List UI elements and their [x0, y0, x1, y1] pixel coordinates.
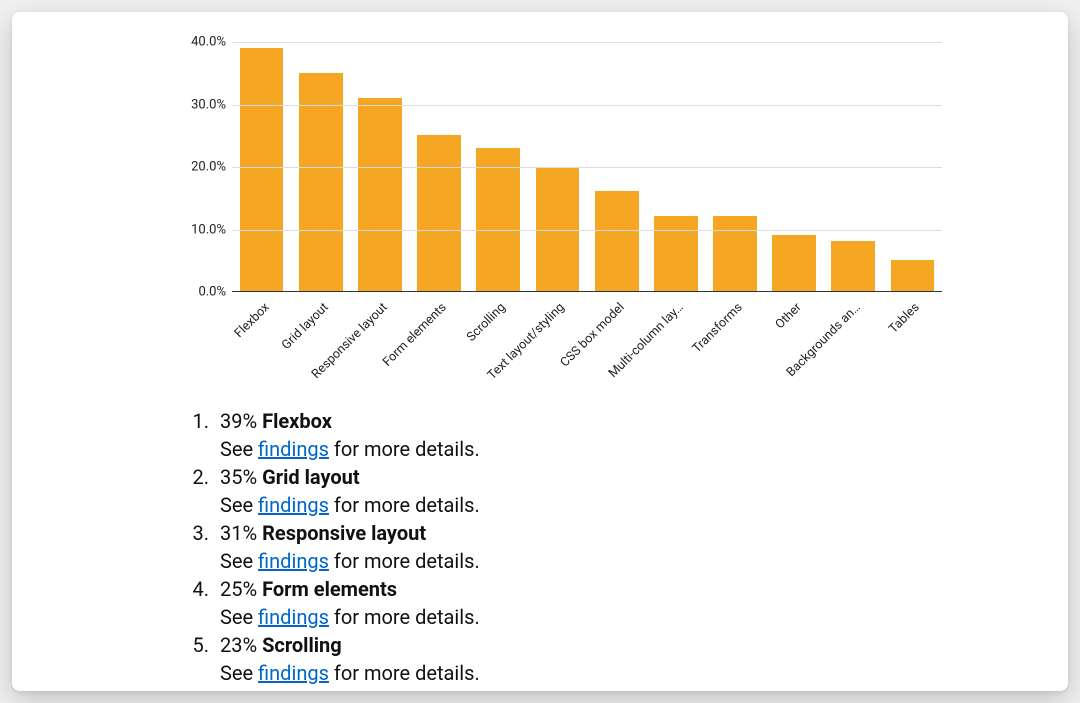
- chart-y-tick: 20.0%: [172, 160, 226, 175]
- findings-link[interactable]: findings: [258, 661, 329, 685]
- list-item-headline: 23% Scrolling: [220, 631, 892, 659]
- list-item-label: Responsive layout: [262, 521, 426, 545]
- list-item-percent: 39%: [220, 409, 257, 433]
- chart-plot-area: 0.0%10.0%20.0%30.0%40.0%: [232, 42, 942, 292]
- list-item-subtext: See findings for more details.: [220, 603, 892, 631]
- chart-x-label: Other: [773, 300, 805, 332]
- chart-y-tick: 40.0%: [172, 35, 226, 50]
- list-item-label: Flexbox: [262, 409, 332, 433]
- list-item: 35% Grid layoutSee findings for more det…: [214, 463, 892, 519]
- list-item-subtext: See findings for more details.: [220, 547, 892, 575]
- list-item-see-suffix: for more details.: [329, 549, 480, 573]
- list-item-label: Form elements: [262, 577, 397, 601]
- chart-bar: [299, 73, 343, 291]
- chart-y-tick: 30.0%: [172, 97, 226, 112]
- list-item-percent: 25%: [220, 577, 257, 601]
- list-item-see-suffix: for more details.: [329, 437, 480, 461]
- findings-list-wrap: 39% FlexboxSee findings for more details…: [172, 407, 892, 687]
- chart-x-label: Scrolling: [464, 300, 509, 345]
- chart-y-tick: 0.0%: [172, 285, 226, 300]
- list-item-see-prefix: See: [220, 549, 258, 573]
- chart-x-label: Flexbox: [231, 300, 272, 341]
- list-item-see-suffix: for more details.: [329, 605, 480, 629]
- list-item: 23% ScrollingSee findings for more detai…: [214, 631, 892, 687]
- chart-bar: [358, 98, 402, 291]
- chart-x-label: Tables: [887, 300, 924, 337]
- list-item-percent: 23%: [220, 633, 257, 657]
- bar-chart: 0.0%10.0%20.0%30.0%40.0% FlexboxGrid lay…: [172, 42, 942, 382]
- list-item-see-prefix: See: [220, 493, 258, 517]
- list-item-subtext: See findings for more details.: [220, 659, 892, 687]
- list-item-headline: 31% Responsive layout: [220, 519, 892, 547]
- list-item-see-suffix: for more details.: [329, 661, 480, 685]
- list-item-headline: 39% Flexbox: [220, 407, 892, 435]
- chart-bar: [595, 191, 639, 291]
- chart-bar: [713, 216, 757, 291]
- chart-x-label-slot: Transforms: [705, 296, 764, 396]
- findings-link[interactable]: findings: [258, 437, 329, 461]
- chart-bar: [772, 235, 816, 291]
- findings-link[interactable]: findings: [258, 549, 329, 573]
- chart-x-label-slot: Form elements: [410, 296, 469, 396]
- list-item-percent: 35%: [220, 465, 257, 489]
- list-item-headline: 35% Grid layout: [220, 463, 892, 491]
- list-item: 31% Responsive layoutSee findings for mo…: [214, 519, 892, 575]
- chart-y-tick: 10.0%: [172, 222, 226, 237]
- list-item-see-prefix: See: [220, 437, 258, 461]
- list-item-label: Scrolling: [262, 633, 342, 657]
- chart-bar: [891, 260, 935, 291]
- chart-x-label-slot: Backgrounds an…: [824, 296, 883, 396]
- chart-bar: [240, 48, 284, 291]
- chart-gridline: [232, 105, 942, 106]
- list-item: 25% Form elementsSee findings for more d…: [214, 575, 892, 631]
- chart-gridline: [232, 167, 942, 168]
- chart-bar: [654, 216, 698, 291]
- findings-list: 39% FlexboxSee findings for more details…: [172, 407, 892, 687]
- list-item-subtext: See findings for more details.: [220, 435, 892, 463]
- chart-gridline: [232, 230, 942, 231]
- list-item-label: Grid layout: [262, 465, 360, 489]
- content-card: 0.0%10.0%20.0%30.0%40.0% FlexboxGrid lay…: [12, 12, 1068, 691]
- findings-link[interactable]: findings: [258, 605, 329, 629]
- list-item-see-prefix: See: [220, 605, 258, 629]
- chart-x-label-slot: Tables: [883, 296, 942, 396]
- chart-gridline: [232, 42, 942, 43]
- list-item-percent: 31%: [220, 521, 257, 545]
- chart-x-labels: FlexboxGrid layoutResponsive layoutForm …: [232, 296, 942, 396]
- list-item-see-suffix: for more details.: [329, 493, 480, 517]
- chart-bar: [417, 135, 461, 291]
- list-item-headline: 25% Form elements: [220, 575, 892, 603]
- chart-bar: [476, 148, 520, 291]
- list-item: 39% FlexboxSee findings for more details…: [214, 407, 892, 463]
- list-item-subtext: See findings for more details.: [220, 491, 892, 519]
- chart-bar: [831, 241, 875, 291]
- findings-link[interactable]: findings: [258, 493, 329, 517]
- list-item-see-prefix: See: [220, 661, 258, 685]
